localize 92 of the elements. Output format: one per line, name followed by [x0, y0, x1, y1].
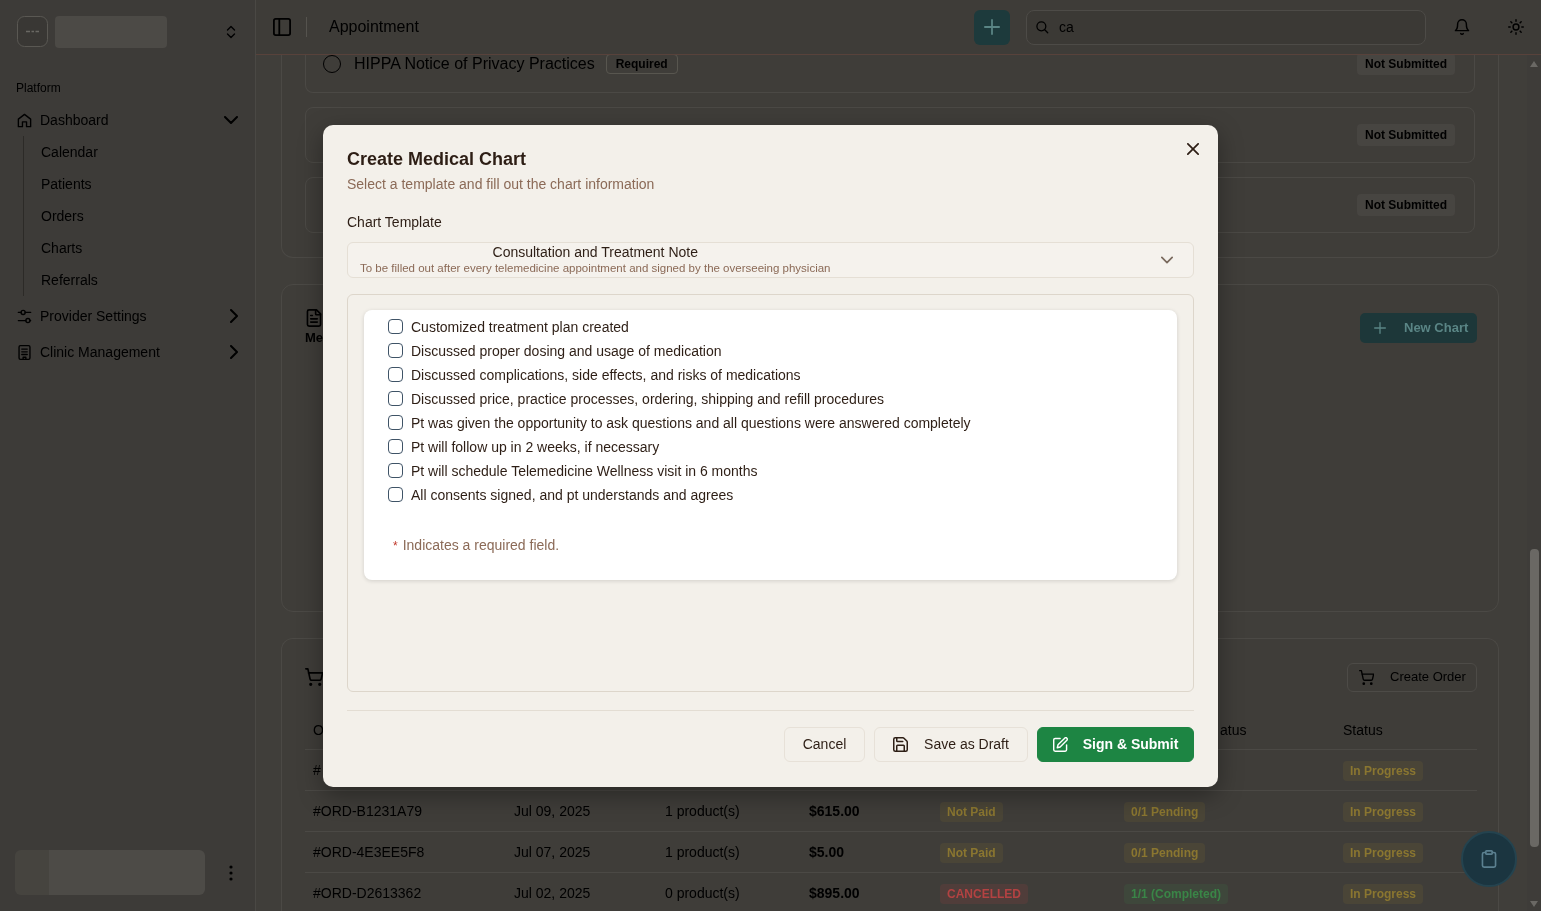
sliders-icon — [17, 308, 32, 324]
section-title: Me — [305, 330, 324, 346]
sign-submit-button[interactable]: Sign & Submit — [1037, 726, 1194, 762]
scrollbar-thumb[interactable] — [1529, 549, 1539, 847]
clipboard-icon — [1481, 850, 1497, 868]
nav-subitem[interactable]: Charts — [41, 232, 239, 264]
section-label: Platform — [16, 80, 62, 96]
checkbox-label: Pt was given the opportunity to ask questions and all questions were answered completely — [411, 413, 971, 432]
dialog-subtitle: Select a template and fill out the chart information — [347, 174, 655, 194]
column-header: Status — [1343, 722, 1383, 738]
checkbox[interactable] — [388, 415, 403, 430]
checkbox-label: Discussed price, practice processes, ordering, shipping and refill procedures — [411, 389, 885, 408]
checkbox-label: All consents signed, and pt understands and agrees — [411, 485, 734, 504]
search-icon — [1035, 20, 1049, 34]
checkbox-label: Discussed complications, side effects, and risks of medications — [411, 365, 801, 384]
status-tag: In Progress — [1343, 842, 1424, 863]
scroll-up-arrow-icon[interactable] — [1530, 61, 1538, 67]
nav-subitem[interactable]: Calendar — [41, 136, 239, 168]
table-cell: #ORD-4E3EE5F8 — [313, 843, 425, 860]
checkbox[interactable] — [388, 487, 403, 502]
bell-icon[interactable] — [1454, 19, 1470, 35]
checkbox-label: Customized treatment plan created — [411, 317, 629, 336]
table-cell: 1 product(s) — [665, 843, 740, 860]
plus-icon — [984, 19, 1000, 35]
nav-subitem[interactable]: Referrals — [41, 264, 239, 296]
checkbox[interactable] — [388, 367, 403, 382]
status-tag: Not Paid — [940, 842, 1003, 863]
nav-item[interactable]: Clinic Management — [16, 336, 239, 368]
table-cell: #ORD-D2613362 — [313, 884, 422, 901]
scroll-down-arrow-icon[interactable] — [1530, 901, 1538, 907]
table-cell: 0 product(s) — [665, 884, 740, 901]
status-tag: 1/1 (Completed) — [1124, 883, 1228, 904]
sun-icon[interactable] — [1508, 19, 1524, 35]
building-icon — [17, 344, 32, 360]
checkbox[interactable] — [388, 343, 403, 358]
table-cell: $5.00 — [809, 843, 845, 860]
save-icon — [893, 736, 909, 752]
status-label: Not Submitted — [1357, 124, 1455, 146]
status-tag: In Progress — [1343, 801, 1424, 822]
column-header: atus — [1220, 722, 1247, 738]
table-cell: $895.00 — [809, 884, 860, 901]
column-header: O — [313, 722, 324, 738]
table-cell: Jul 09, 2025 — [514, 802, 591, 819]
sidebar-toggle-icon[interactable] — [273, 18, 291, 36]
checkbox[interactable] — [388, 391, 403, 406]
status-tag: CANCELLED — [940, 883, 1028, 904]
cart-icon — [1359, 669, 1374, 685]
logo-icon — [17, 16, 48, 47]
plus-icon — [1374, 322, 1386, 334]
status-tag: In Progress — [1343, 883, 1424, 904]
table-cell: Jul 02, 2025 — [514, 884, 591, 901]
checkbox[interactable] — [388, 463, 403, 478]
document-title: HIPPA Notice of Privacy Practices — [354, 55, 595, 73]
table-cell: $615.00 — [809, 802, 860, 819]
table-cell: 1 product(s) — [665, 802, 740, 819]
status-tag: In Progress — [1343, 760, 1424, 781]
save-draft-button[interactable]: Save as Draft — [874, 726, 1028, 762]
nav-item[interactable]: Provider Settings — [16, 300, 239, 332]
table-cell: # — [313, 761, 321, 778]
status-tag: Not Paid — [940, 801, 1003, 822]
dialog-title: Create Medical Chart — [347, 147, 528, 171]
status-label: Not Submitted — [1357, 55, 1455, 75]
search-field[interactable]: ca — [1026, 9, 1426, 45]
cancel-button[interactable]: Cancel — [784, 726, 865, 762]
chevron-up-down-icon[interactable] — [225, 24, 237, 39]
add-button[interactable] — [974, 9, 1010, 45]
status-tag: 0/1 Pending — [1124, 842, 1206, 863]
checkbox-label: Pt will schedule Telemedicine Wellness visit in 6 months — [411, 461, 758, 480]
required-tag: Required — [605, 55, 678, 74]
field-label: Chart Template — [347, 212, 442, 232]
cart-icon — [305, 668, 323, 686]
nav-subitem[interactable]: Patients — [41, 168, 239, 200]
table-cell: #ORD-B1231A79 — [313, 802, 422, 819]
nav-subitem[interactable]: Orders — [41, 200, 239, 232]
checkbox-label: Discussed proper dosing and usage of medication — [411, 341, 722, 360]
close-icon[interactable] — [1187, 142, 1199, 155]
table-cell: Jul 07, 2025 — [514, 843, 591, 860]
kebab-menu-icon[interactable] — [229, 864, 233, 881]
template-select[interactable]: Consultation and Treatment Note To be filled out after every telemedicine appointment and signed by the overseeing physician — [347, 241, 1194, 278]
checkbox-label: Pt will follow up in 2 weeks, if necessary — [411, 437, 660, 456]
new-chart-button[interactable]: New Chart — [1360, 313, 1477, 343]
status-label: Not Submitted — [1357, 194, 1455, 216]
required-note: * Indicates a required field. — [393, 535, 560, 555]
status-tag: 0/1 Pending — [1124, 801, 1206, 822]
document-icon — [305, 309, 323, 327]
pen-square-icon — [1052, 736, 1068, 752]
home-icon — [17, 112, 32, 128]
checkbox[interactable] — [388, 319, 403, 334]
page-title: Appointment — [329, 17, 419, 37]
checkbox[interactable] — [388, 439, 403, 454]
create-order-button[interactable]: Create Order — [1347, 662, 1477, 692]
nav-item[interactable]: Dashboard — [16, 104, 239, 136]
